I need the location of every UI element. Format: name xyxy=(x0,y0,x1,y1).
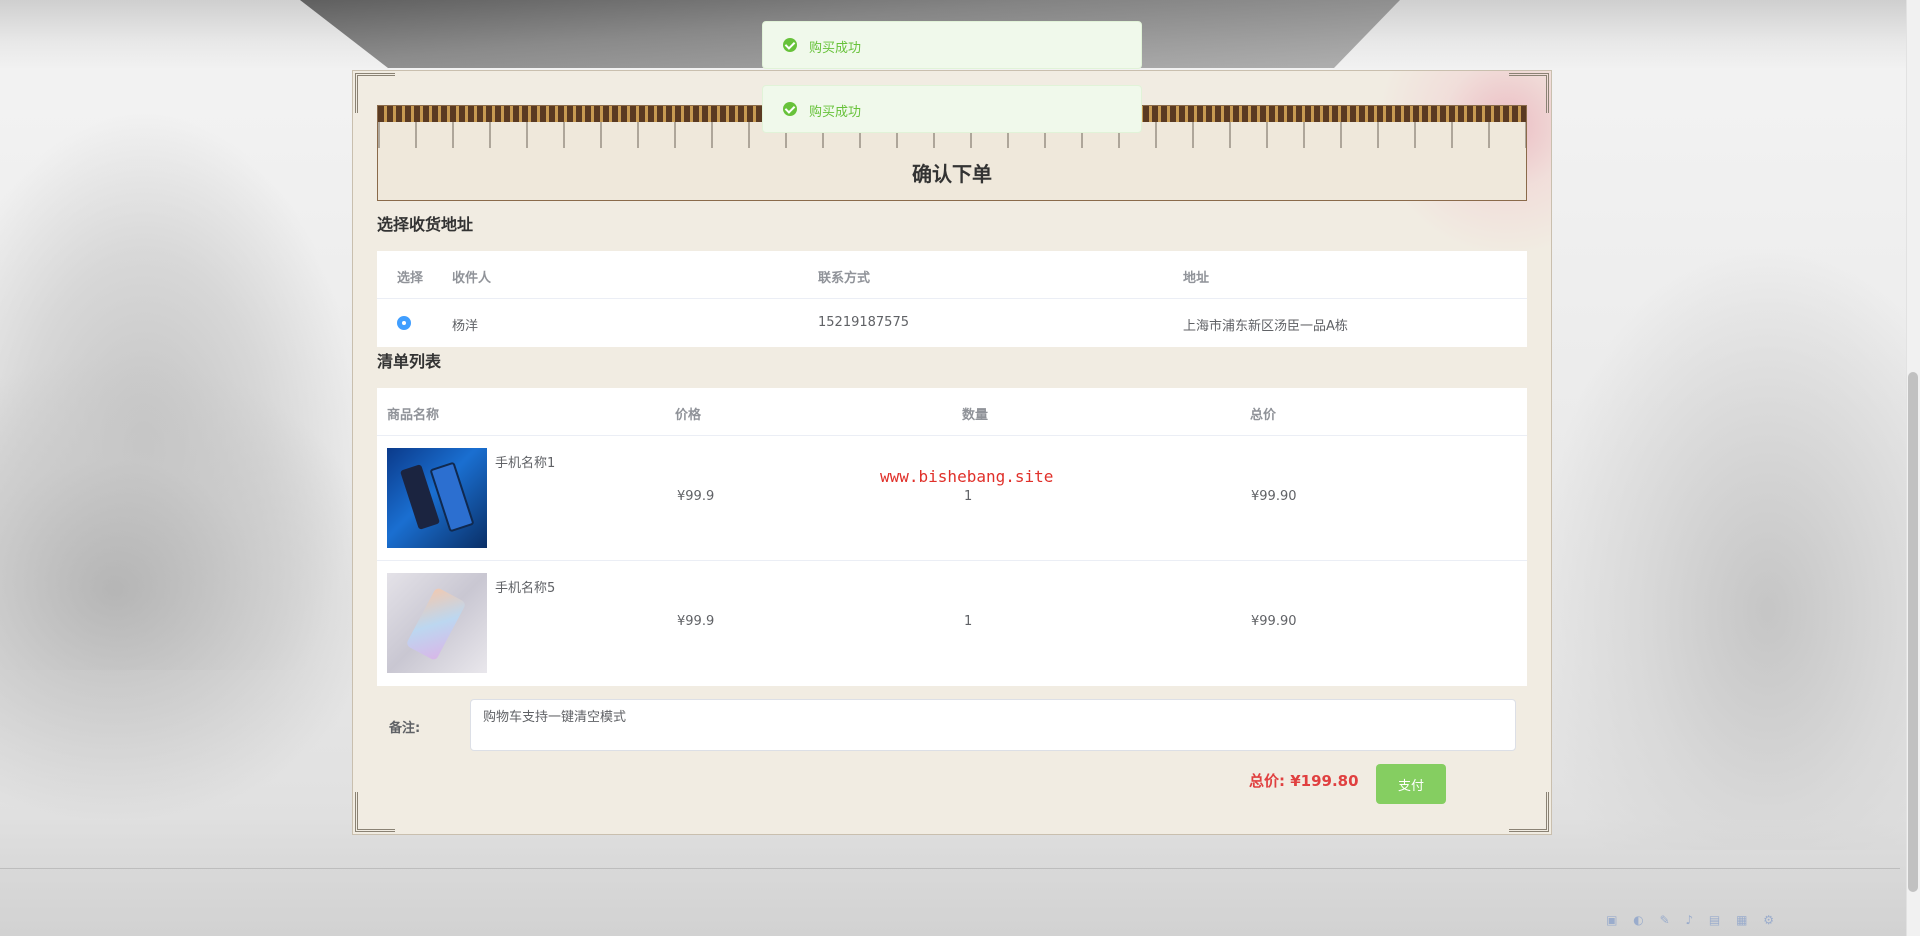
address-radio[interactable] xyxy=(397,316,411,330)
pay-button[interactable]: 支付 xyxy=(1376,764,1446,804)
footer-divider xyxy=(0,868,1900,869)
background-pavilion-left xyxy=(0,360,380,820)
header-select: 选择 xyxy=(397,271,424,286)
header-price: 价格 xyxy=(675,408,702,423)
system-tray-icons: ▣ ◐ ✎ ♪ ▤ ▦ ⚙ xyxy=(1606,913,1780,927)
corner-ornament-bottom-left xyxy=(355,792,395,832)
product-image-phone-5 xyxy=(387,573,487,673)
product-name: 手机名称5 xyxy=(495,581,556,596)
goods-table-header: 商品名称 价格 数量 总价 xyxy=(377,388,1527,436)
product-total: ¥99.90 xyxy=(1251,489,1297,504)
product-name: 手机名称1 xyxy=(495,456,556,471)
corner-ornament-bottom-right xyxy=(1509,792,1549,832)
header-total: 总价 xyxy=(1250,408,1277,423)
header-quantity: 数量 xyxy=(962,408,989,423)
success-toast: 购买成功 xyxy=(762,85,1142,133)
toast-message: 购买成功 xyxy=(809,105,862,120)
receiver-name: 杨洋 xyxy=(452,319,479,334)
product-quantity: 1 xyxy=(964,614,973,629)
page-scrollbar[interactable] xyxy=(1906,0,1920,936)
address-row[interactable]: 杨洋 15219187575 上海市浦东新区汤臣一品A栋 xyxy=(377,299,1527,347)
header-address: 地址 xyxy=(1183,271,1210,286)
product-quantity: 1 xyxy=(964,489,973,504)
success-check-icon xyxy=(783,38,797,52)
order-confirm-panel: 确认下单 选择收货地址 选择 收件人 联系方式 地址 杨洋 1521918757… xyxy=(352,70,1552,835)
remark-textarea[interactable]: 购物车支持一键清空模式 xyxy=(470,699,1516,751)
receiver-address: 上海市浦东新区汤臣一品A栋 xyxy=(1183,319,1348,334)
watermark-text: www.bishebang.site xyxy=(880,467,1054,486)
scrollbar-thumb[interactable] xyxy=(1908,372,1918,892)
header-goods-name: 商品名称 xyxy=(387,408,440,423)
address-table: 选择 收件人 联系方式 地址 杨洋 15219187575 上海市浦东新区汤臣一… xyxy=(377,251,1527,347)
product-image-phone-1 xyxy=(387,448,487,548)
success-check-icon xyxy=(783,102,797,116)
toast-message: 购买成功 xyxy=(809,41,862,56)
product-price: ¥99.9 xyxy=(677,489,715,504)
product-total: ¥99.90 xyxy=(1251,614,1297,629)
receiver-contact: 15219187575 xyxy=(818,315,909,330)
page-title: 确认下单 xyxy=(912,162,992,186)
list-section-title: 清单列表 xyxy=(377,352,442,371)
address-section-title: 选择收货地址 xyxy=(377,215,474,234)
goods-row: 手机名称1 ¥99.9 1 ¥99.90 xyxy=(377,436,1527,561)
success-toast: 购买成功 xyxy=(762,21,1142,69)
header-receiver: 收件人 xyxy=(452,271,492,286)
goods-row: 手机名称5 ¥99.9 1 ¥99.90 xyxy=(377,561,1527,686)
goods-table: 商品名称 价格 数量 总价 手机名称1 ¥99.9 1 ¥99.90 手机名称5… xyxy=(377,388,1527,686)
background-bamboo-right xyxy=(1540,250,1920,850)
remark-label: 备注: xyxy=(389,721,421,736)
header-contact: 联系方式 xyxy=(818,271,871,286)
product-price: ¥99.9 xyxy=(677,614,715,629)
address-table-header: 选择 收件人 联系方式 地址 xyxy=(377,251,1527,299)
order-total: 总价: ¥199.80 xyxy=(1249,772,1359,790)
